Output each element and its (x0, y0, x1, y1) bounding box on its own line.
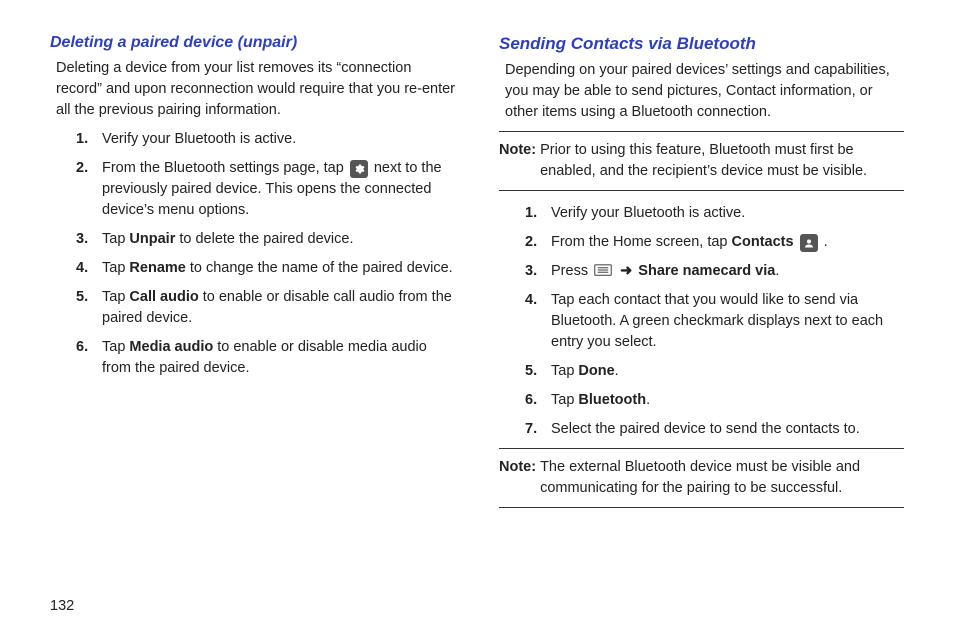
step-number: 7. (525, 419, 551, 440)
section-heading-unpair: Deleting a paired device (unpair) (50, 34, 455, 52)
menu-icon (594, 264, 612, 276)
step-item: 6. Tap Media audio to enable or disable … (76, 337, 455, 379)
step-text: From the Bluetooth settings page, tap ne… (102, 158, 455, 221)
note-body: The external Bluetooth device must be vi… (540, 457, 904, 499)
bold-term: Done (578, 363, 614, 379)
step-item: 4. Tap each contact that you would like … (525, 290, 904, 353)
manual-page: Deleting a paired device (unpair) Deleti… (0, 0, 954, 598)
gear-icon (350, 160, 368, 178)
step-number: 4. (525, 290, 551, 353)
step-text: Tap Call audio to enable or disable call… (102, 287, 455, 329)
arrow-icon: ➜ (620, 263, 632, 279)
step-number: 2. (76, 158, 102, 221)
step-text: From the Home screen, tap Contacts . (551, 232, 904, 253)
steps-list-right: 1. Verify your Bluetooth is active. 2. F… (525, 203, 904, 440)
step-number: 3. (525, 261, 551, 282)
step-item: 1. Verify your Bluetooth is active. (525, 203, 904, 224)
note-label: Note: (499, 457, 536, 499)
step-item: 5. Tap Call audio to enable or disable c… (76, 287, 455, 329)
page-footer: 132 (0, 598, 954, 636)
step-number: 5. (525, 361, 551, 382)
intro-paragraph: Depending on your paired devices’ settin… (505, 60, 904, 123)
step-item: 1. Verify your Bluetooth is active. (76, 129, 455, 150)
step-text: Tap Media audio to enable or disable med… (102, 337, 455, 379)
step-text: Verify your Bluetooth is active. (102, 129, 455, 150)
bold-term: Rename (129, 260, 185, 276)
steps-list-left: 1. Verify your Bluetooth is active. 2. F… (76, 129, 455, 379)
step-item: 2. From the Bluetooth settings page, tap… (76, 158, 455, 221)
bold-term: Call audio (129, 289, 198, 305)
right-column: Sending Contacts via Bluetooth Depending… (477, 34, 904, 598)
step-item: 5. Tap Done. (525, 361, 904, 382)
note-label: Note: (499, 140, 536, 182)
left-column: Deleting a paired device (unpair) Deleti… (50, 34, 477, 598)
page-number: 132 (50, 598, 74, 614)
step-item: 3. Press ➜ Share namecard via. (525, 261, 904, 282)
bold-term: Media audio (129, 339, 213, 355)
bold-term: Bluetooth (578, 392, 646, 408)
step-number: 6. (76, 337, 102, 379)
step-text: Tap Unpair to delete the paired device. (102, 229, 455, 250)
bold-term: Share namecard via (634, 263, 775, 279)
step-number: 6. (525, 390, 551, 411)
step-number: 5. (76, 287, 102, 329)
step-item: 7. Select the paired device to send the … (525, 419, 904, 440)
step-number: 1. (76, 129, 102, 150)
section-heading-sending: Sending Contacts via Bluetooth (499, 34, 904, 54)
step-number: 2. (525, 232, 551, 253)
step-number: 4. (76, 258, 102, 279)
step-text: Tap Bluetooth. (551, 390, 904, 411)
step-text: Tap Done. (551, 361, 904, 382)
contacts-icon (800, 234, 818, 252)
step-item: 2. From the Home screen, tap Contacts . (525, 232, 904, 253)
bold-term: Unpair (129, 231, 175, 247)
step-text: Tap Rename to change the name of the pai… (102, 258, 455, 279)
step-text: Press ➜ Share namecard via. (551, 261, 904, 282)
note-block: Note: The external Bluetooth device must… (499, 448, 904, 508)
intro-paragraph: Deleting a device from your list removes… (56, 58, 455, 121)
step-item: 3. Tap Unpair to delete the paired devic… (76, 229, 455, 250)
step-text: Tap each contact that you would like to … (551, 290, 904, 353)
note-body: Prior to using this feature, Bluetooth m… (540, 140, 904, 182)
step-number: 1. (525, 203, 551, 224)
step-text: Select the paired device to send the con… (551, 419, 904, 440)
step-item: 6. Tap Bluetooth. (525, 390, 904, 411)
note-block: Note: Prior to using this feature, Bluet… (499, 131, 904, 191)
bold-term: Contacts (732, 234, 794, 250)
step-number: 3. (76, 229, 102, 250)
step-item: 4. Tap Rename to change the name of the … (76, 258, 455, 279)
step-text: Verify your Bluetooth is active. (551, 203, 904, 224)
